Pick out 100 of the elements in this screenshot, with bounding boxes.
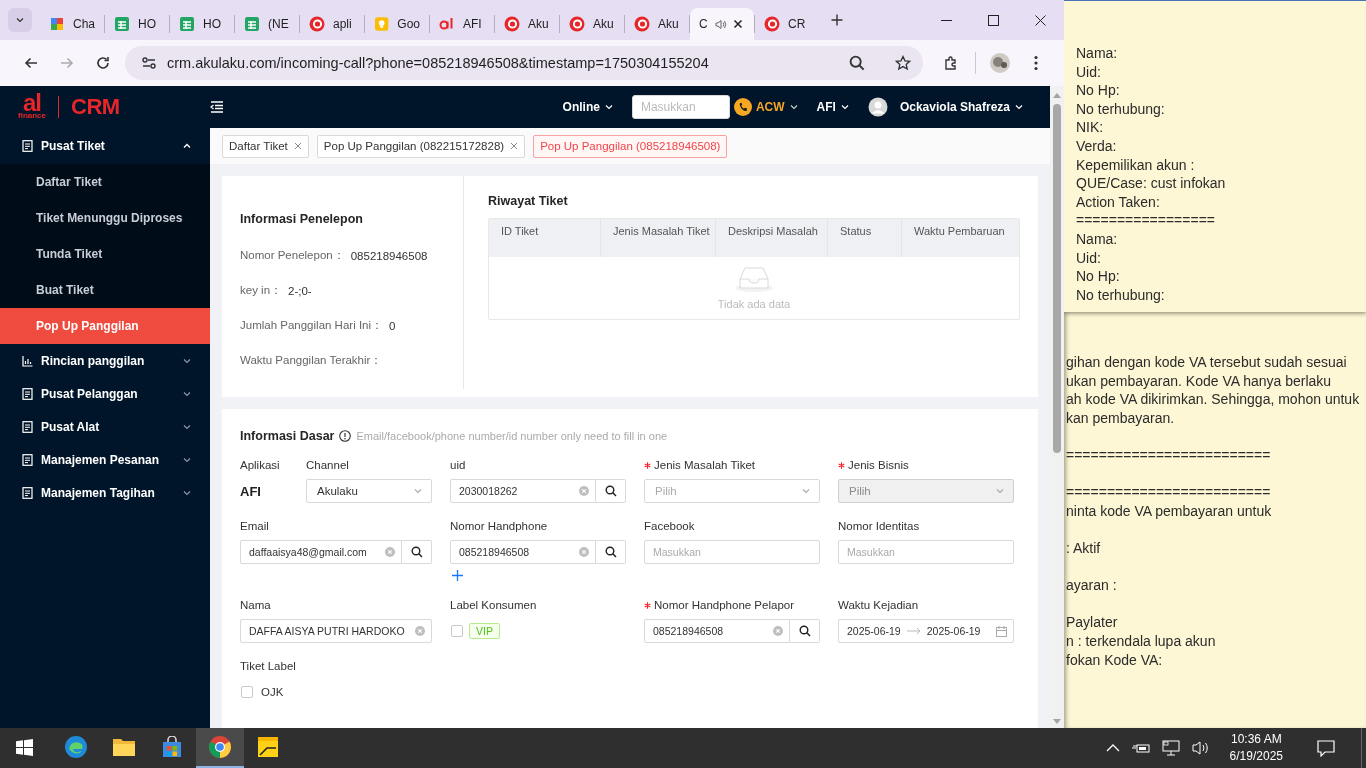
sidebar-menu-item[interactable]: Pusat Alat	[0, 410, 210, 443]
browser-tab[interactable]: Aku	[625, 8, 689, 40]
page-tab[interactable]: Daftar Tiket	[222, 134, 309, 158]
input-field[interactable]: daffaaisya48@gmail.com	[240, 540, 402, 564]
clock[interactable]: 10:36 AM 6/19/2025	[1221, 731, 1291, 765]
chevron-down-icon	[1014, 102, 1024, 112]
input-field[interactable]: 085218946508	[644, 619, 790, 643]
browser-tab[interactable]: apli	[300, 8, 364, 40]
browser-tab[interactable]: Aku	[560, 8, 624, 40]
sticky-notes-icon[interactable]	[257, 736, 279, 758]
back-icon[interactable]	[23, 55, 39, 71]
spreadsheet-icon	[244, 16, 260, 32]
chevron-down-icon	[839, 102, 850, 112]
note-line: =========================	[1066, 483, 1272, 502]
browser-tab[interactable]: (NE	[235, 8, 299, 40]
field-label: Tiket Label	[240, 660, 296, 672]
browser-tab[interactable]: C	[690, 8, 754, 40]
notifications-icon[interactable]	[1317, 739, 1335, 757]
chevron-down-icon	[995, 486, 1005, 496]
spreadsheet-icon	[114, 16, 130, 32]
shopping-bag-icon[interactable]	[161, 736, 183, 758]
field-value: AFI	[240, 482, 262, 501]
checkbox[interactable]	[241, 686, 253, 698]
search-icon	[604, 546, 617, 558]
document-icon	[22, 140, 33, 152]
note-line: Paylater	[1066, 613, 1119, 632]
browser-tab[interactable]: AFI	[430, 8, 494, 40]
field-label: Jenis Bisnis	[848, 459, 909, 471]
sidebar-menu-item[interactable]: Rincian panggilan	[0, 344, 210, 377]
section-title: Riwayat Tiket	[488, 194, 569, 208]
scrollbar-thumb[interactable]	[1053, 104, 1061, 453]
info-label: Jumlah Panggilan Hari Ini：	[240, 318, 384, 333]
call-state-dropdown[interactable]: ACW	[755, 100, 785, 114]
sidebar-item[interactable]: Tiket Menunggu Diproses	[0, 200, 210, 236]
taskbar-app[interactable]	[196, 728, 244, 768]
phone-icon[interactable]	[733, 98, 752, 116]
empty-text: Tidak ada data	[717, 298, 791, 310]
browser-icon[interactable]	[64, 735, 88, 759]
menu-icon[interactable]	[1034, 55, 1038, 71]
browser-tab[interactable]: HO	[105, 8, 169, 40]
note-line: n : terkendala lupa akun	[1066, 631, 1217, 651]
search-button[interactable]	[402, 540, 432, 564]
chevron-up-icon[interactable]	[1105, 743, 1120, 753]
new-tab-icon[interactable]	[831, 14, 843, 26]
section-title: Informasi Penelepon	[240, 212, 364, 226]
close-icon[interactable]	[732, 19, 743, 29]
checkbox-label[interactable]: OJK	[261, 686, 284, 698]
battery-icon[interactable]	[1131, 742, 1150, 754]
checkbox[interactable]	[451, 625, 463, 637]
note-line: Nama:	[1076, 44, 1119, 63]
sidebar-menu-item[interactable]: Manajemen Tagihan	[0, 476, 210, 509]
chrome-icon[interactable]	[208, 735, 232, 759]
browser-tab[interactable]: HO	[170, 8, 234, 40]
ring-logo-icon	[309, 16, 325, 32]
document-icon	[22, 387, 33, 400]
date-range-field[interactable]: 2025-06-19 2025-06-19	[838, 619, 1014, 643]
status-dropdown[interactable]: Online	[562, 100, 600, 114]
search-button[interactable]	[596, 479, 626, 503]
product-dropdown[interactable]: AFI	[816, 100, 836, 114]
add-icon[interactable]	[452, 570, 463, 581]
note-line: Verda:	[1076, 136, 1118, 156]
input-field[interactable]: 2030018262	[450, 479, 596, 503]
browser-tab[interactable]: Goo	[365, 8, 429, 40]
page-tab[interactable]: Pop Up Panggilan (085218946508)	[533, 134, 728, 158]
close-icon[interactable]	[1035, 15, 1046, 26]
document-icon	[22, 453, 33, 466]
volume-icon[interactable]	[1191, 740, 1210, 756]
star-icon[interactable]	[895, 55, 911, 71]
note-line: kan pembayaran.	[1066, 408, 1176, 428]
site-settings-icon[interactable]	[141, 55, 157, 71]
folder-icon[interactable]	[112, 737, 136, 757]
user-menu[interactable]: Ockaviola Shafreza	[899, 100, 1010, 114]
user-avatar-icon[interactable]	[867, 97, 888, 117]
maximize-icon[interactable]	[988, 15, 999, 26]
sidebar-item[interactable]: Daftar Tiket	[0, 164, 210, 200]
select-field[interactable]: Akulaku	[306, 479, 432, 503]
sidebar-menu-item[interactable]: Pusat Tiket	[0, 128, 210, 164]
browser-tab[interactable]: Cha	[40, 8, 104, 40]
page-tab[interactable]: Pop Up Panggilan (082215172828)	[316, 134, 526, 158]
browser-tab[interactable]: CR	[755, 8, 819, 40]
sidebar-item[interactable]: Pop Up Panggilan	[0, 308, 210, 344]
zoom-icon	[849, 55, 865, 71]
sidebar-menu-item[interactable]: Pusat Pelanggan	[0, 377, 210, 410]
network-icon[interactable]	[1161, 740, 1180, 756]
search-button[interactable]	[596, 540, 626, 564]
column-header: Waktu Pembaruan	[913, 224, 1006, 239]
menu-fold-icon[interactable]	[210, 101, 224, 113]
search-button[interactable]	[790, 619, 820, 643]
address-bar[interactable]: crm.akulaku.com/incoming-call?phone=085218946508&timestamp=1750304155204	[125, 46, 923, 80]
sidebar-menu-item[interactable]: Manajemen Pesanan	[0, 443, 210, 476]
sidebar-item[interactable]: Tunda Tiket	[0, 236, 210, 272]
column-header: Deskripsi Masalah	[716, 219, 828, 257]
extensions-icon[interactable]	[943, 55, 959, 71]
input-field[interactable]: 085218946508	[450, 540, 596, 564]
input-field[interactable]: DAFFA AISYA PUTRI HARDOKO	[240, 619, 432, 643]
browser-tab[interactable]: Aku	[495, 8, 559, 40]
avatar-icon[interactable]	[989, 52, 1011, 74]
field-label: Channel	[306, 459, 349, 471]
reload-icon[interactable]	[95, 55, 111, 71]
sidebar-item[interactable]: Buat Tiket	[0, 272, 210, 308]
